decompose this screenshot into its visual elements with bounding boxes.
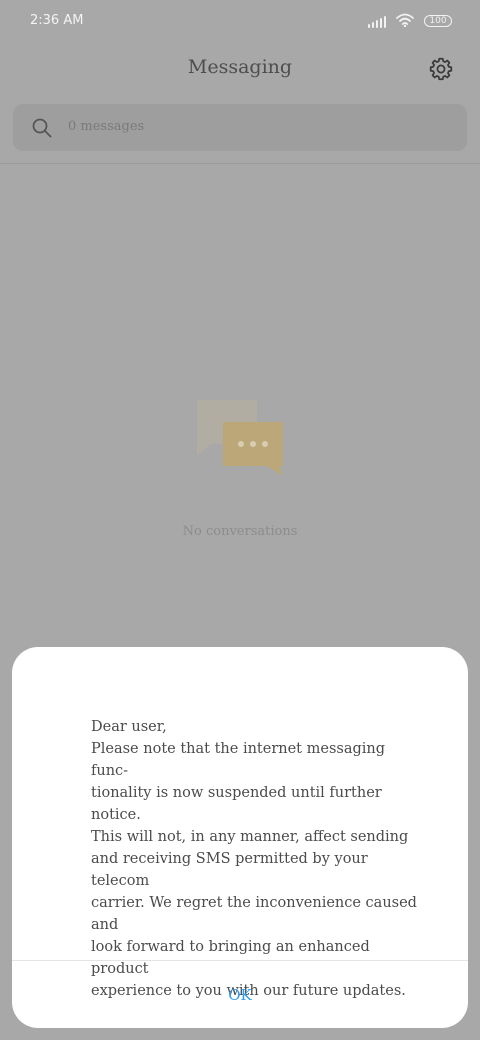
notice-dialog: Dear user, Please note that the internet… bbox=[12, 647, 468, 1028]
battery-icon: 100 bbox=[424, 15, 452, 27]
header-divider bbox=[0, 163, 480, 164]
search-bar[interactable]: 0 messages bbox=[13, 104, 467, 151]
search-icon bbox=[31, 117, 53, 139]
status-time: 2:36 AM bbox=[30, 13, 84, 28]
status-bar: 2:36 AM 100 bbox=[0, 0, 480, 44]
signal-icon bbox=[368, 15, 386, 28]
chat-bubbles-icon bbox=[195, 398, 287, 480]
status-icons: 100 bbox=[368, 10, 452, 32]
page-title: Messaging bbox=[187, 56, 293, 78]
battery-level: 100 bbox=[429, 15, 447, 26]
ok-button[interactable]: OK bbox=[12, 961, 468, 1028]
search-input[interactable]: 0 messages bbox=[68, 119, 144, 134]
empty-state-text: No conversations bbox=[182, 524, 298, 539]
gear-icon bbox=[428, 56, 454, 86]
settings-button[interactable] bbox=[425, 55, 457, 87]
wifi-icon bbox=[396, 12, 414, 31]
